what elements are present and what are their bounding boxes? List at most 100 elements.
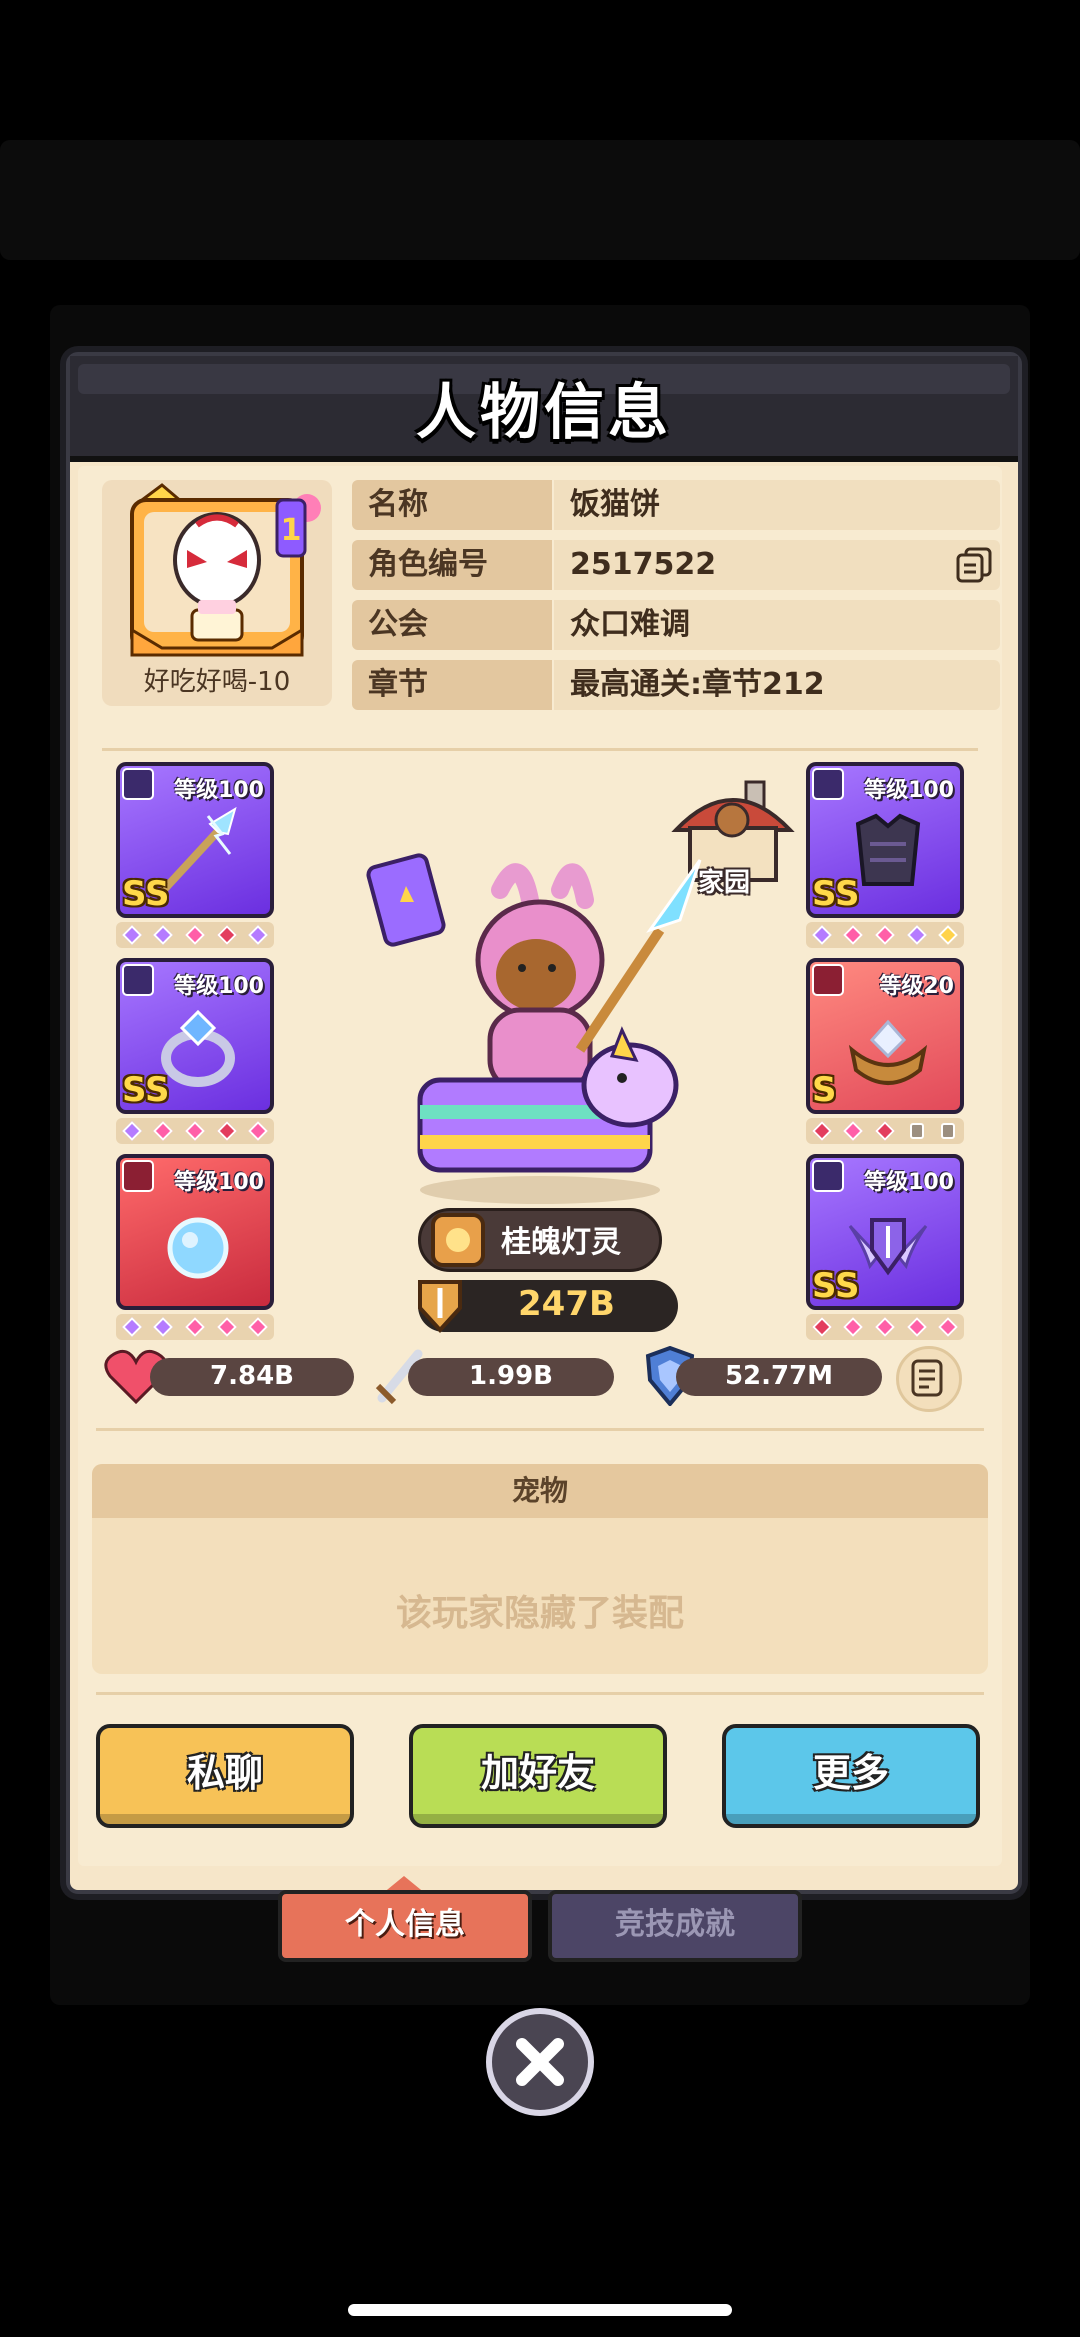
stat-defense: 52.77M	[676, 1358, 882, 1396]
gem-icon	[843, 1121, 864, 1141]
info-value-name: 饭猫饼	[554, 480, 1000, 530]
stats-detail-button[interactable]	[896, 1346, 962, 1412]
shield-type-icon	[812, 1160, 844, 1192]
equip-slot-weapon[interactable]: 等级100 SS	[116, 762, 274, 952]
stat-hp-value: 7.84B	[210, 1361, 294, 1391]
equip-grade: SS	[122, 1070, 170, 1110]
dialog-header: 人物信息	[70, 356, 1018, 462]
equip-level: 等级100	[864, 778, 954, 803]
more-button[interactable]: 更多	[722, 1724, 980, 1828]
dialog-title: 人物信息	[416, 378, 672, 448]
equip-slot-ring[interactable]: 等级100 SS	[116, 958, 274, 1148]
add-friend-button[interactable]: 加好友	[409, 1724, 667, 1828]
gem-icon	[811, 925, 832, 945]
equip-gems	[806, 922, 964, 948]
gem-icon	[216, 1317, 237, 1337]
info-row-id: 角色编号 2517522	[352, 540, 1000, 590]
armor-type-icon	[812, 768, 844, 800]
lantern-icon	[431, 1213, 485, 1267]
equip-gems	[806, 1314, 964, 1340]
info-row-guild: 公会 众口难调	[352, 600, 1000, 650]
pet-section: 宠物 该玩家隐藏了装配	[92, 1464, 988, 1674]
equip-card: 等级100 SS	[806, 762, 964, 918]
character-capybara-icon	[366, 853, 702, 1204]
equip-gems	[116, 1314, 274, 1340]
gem-icon	[121, 1121, 142, 1141]
gem-icon	[153, 925, 174, 945]
gem-icon	[843, 925, 864, 945]
info-value-chapter: 最高通关:章节212	[554, 660, 1000, 710]
gem-icon	[875, 925, 895, 945]
equip-level: 等级20	[879, 974, 954, 999]
equip-grade: SS	[812, 1266, 860, 1306]
info-key-name: 名称	[352, 480, 552, 530]
equip-slot-belt[interactable]: 等级20 S	[806, 958, 964, 1148]
divider	[96, 1692, 984, 1695]
gem-icon	[938, 1317, 959, 1337]
gem-icon	[248, 1121, 269, 1141]
ring-type-icon	[122, 964, 154, 996]
equip-grade: SS	[122, 874, 170, 914]
info-value-guild: 众口难调	[554, 600, 1000, 650]
divider	[96, 1428, 984, 1431]
equip-level: 等级100	[174, 974, 264, 999]
equip-slot-shield[interactable]: 等级100 SS	[806, 1154, 964, 1344]
avatar-name: 好吃好喝-10	[143, 667, 291, 697]
lock-icon	[909, 1123, 924, 1139]
gem-icon	[185, 1317, 205, 1337]
gem-icon	[216, 1121, 237, 1141]
equip-card: 等级100 SS	[806, 1154, 964, 1310]
avatar[interactable]: 1 好吃好喝-10	[102, 480, 332, 706]
equip-level: 等级100	[174, 1170, 264, 1195]
belt-type-icon	[812, 964, 844, 996]
tab-arena-achievements[interactable]: 竞技成就	[548, 1890, 802, 1962]
equip-slot-armor[interactable]: 等级100 SS	[806, 762, 964, 952]
pet-name-plate: 桂魄灯灵	[418, 1208, 662, 1272]
gem-icon	[875, 1317, 895, 1337]
close-icon	[516, 2038, 564, 2086]
copy-icon[interactable]	[954, 545, 994, 585]
gem-icon	[811, 1121, 832, 1141]
equip-gems	[116, 922, 274, 948]
gem-icon	[153, 1317, 174, 1337]
equip-grade: SS	[812, 874, 860, 914]
private-chat-button[interactable]: 私聊	[96, 1724, 354, 1828]
info-row-chapter: 章节 最高通关:章节212	[352, 660, 1000, 710]
equip-card: 等级100 SS	[116, 762, 274, 918]
gem-icon	[121, 925, 142, 945]
close-button[interactable]	[486, 2008, 594, 2116]
gem-icon	[153, 1121, 174, 1141]
tab-personal-info[interactable]: 个人信息	[278, 1890, 532, 1962]
equip-card: 等级20 S	[806, 958, 964, 1114]
stat-defense-value: 52.77M	[724, 1361, 834, 1391]
sword-shield-icon	[418, 1280, 462, 1333]
info-key-chapter: 章节	[352, 660, 552, 710]
stat-attack: 1.99B	[408, 1358, 614, 1396]
info-row-name: 名称 饭猫饼	[352, 480, 1000, 530]
equip-gems	[116, 1118, 274, 1144]
pet-name: 桂魄灯灵	[501, 1225, 621, 1260]
gem-icon	[121, 1317, 142, 1337]
gem-icon	[906, 1317, 927, 1337]
crystal-orb-icon	[167, 1217, 229, 1279]
notes-icon	[911, 1359, 943, 1397]
equip-level: 等级100	[174, 778, 264, 803]
info-key-guild: 公会	[352, 600, 552, 650]
gem-icon	[216, 925, 237, 945]
character-id: 2517522	[570, 547, 717, 582]
combat-power: 247B	[518, 1284, 615, 1324]
equip-slot-necklace[interactable]: 等级100	[116, 1154, 274, 1344]
weapon-type-icon	[122, 768, 154, 800]
divider	[102, 748, 978, 751]
gem-icon	[906, 925, 927, 945]
equip-level: 等级100	[864, 1170, 954, 1195]
background-bar	[0, 140, 1080, 260]
gem-icon	[938, 925, 959, 945]
gem-icon	[185, 925, 205, 945]
gem-icon	[843, 1317, 864, 1337]
info-value-id: 2517522	[554, 540, 1000, 590]
stat-attack-value: 1.99B	[469, 1361, 553, 1391]
home-indicator	[348, 2304, 732, 2316]
gem-icon	[248, 925, 269, 945]
gem-icon	[248, 1317, 269, 1337]
